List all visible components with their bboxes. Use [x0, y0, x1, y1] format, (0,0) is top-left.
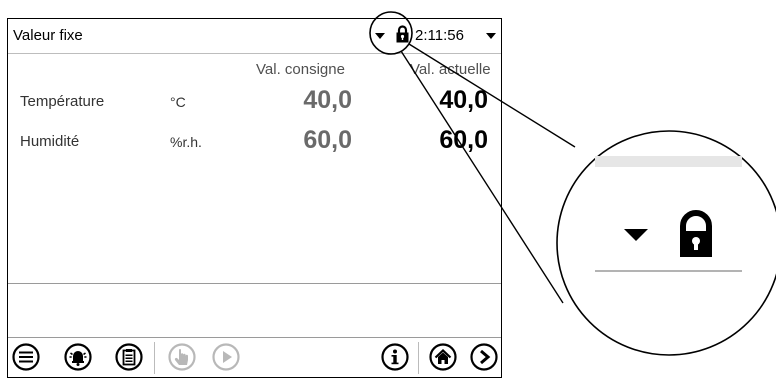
alarm-bell-icon[interactable]	[64, 343, 92, 371]
controller-screen: Valeur fixe 2:11:56 Val. consigne Val. a…	[7, 18, 502, 378]
row-unit-humidity: %r.h.	[170, 134, 202, 150]
setpoint-value-humidity[interactable]: 60,0	[242, 126, 352, 155]
title-bar: Valeur fixe 2:11:56	[8, 19, 501, 54]
row-label-humidity: Humidité	[20, 133, 80, 150]
info-icon[interactable]	[381, 343, 409, 371]
play-icon[interactable]	[212, 343, 240, 371]
column-header-actual: Val. actuelle	[410, 61, 491, 78]
content-divider	[8, 283, 501, 284]
clipboard-icon[interactable]	[115, 343, 143, 371]
next-arrow-icon[interactable]	[470, 343, 498, 371]
column-header-setpoint: Val. consigne	[256, 61, 345, 78]
setpoint-value-temperature[interactable]: 40,0	[242, 86, 352, 115]
toolbar-separator	[418, 342, 419, 374]
actual-value-humidity: 60,0	[439, 126, 488, 154]
row-label-temperature: Température	[20, 93, 105, 110]
dropdown-arrow-icon[interactable]	[375, 33, 385, 39]
toolbar-separator	[154, 342, 155, 374]
menu-list-icon[interactable]	[12, 343, 40, 371]
touch-hand-icon[interactable]	[168, 343, 196, 371]
page-title: Valeur fixe	[13, 27, 83, 44]
actual-value-temperature: 40,0	[439, 86, 488, 114]
lock-icon	[396, 25, 409, 43]
row-unit-temperature: °C	[170, 94, 186, 110]
bottom-toolbar	[8, 337, 501, 378]
clock-time[interactable]: 2:11:56	[415, 27, 464, 44]
time-dropdown-arrow-icon[interactable]	[486, 33, 496, 39]
home-icon[interactable]	[429, 343, 457, 371]
